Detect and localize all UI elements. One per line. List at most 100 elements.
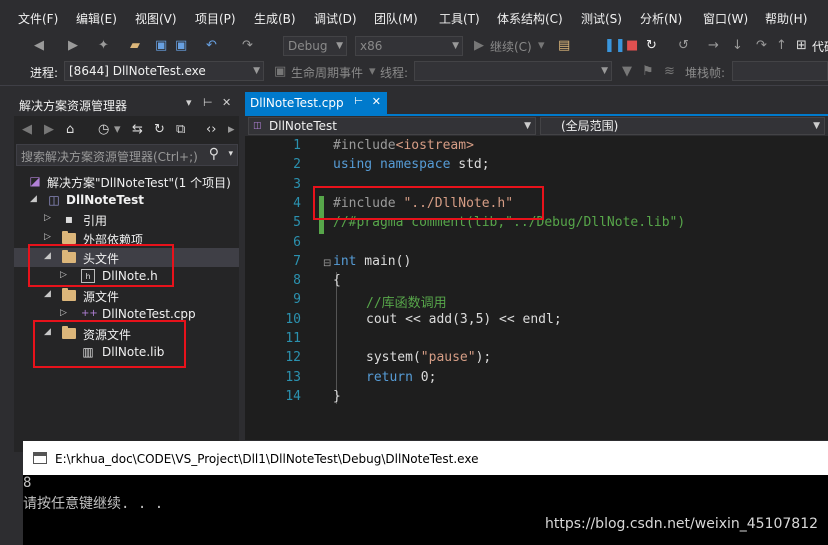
process-value: [8644] DllNoteTest.exe	[69, 64, 206, 78]
continue-button[interactable]: 继续(C)	[490, 38, 532, 55]
process-select[interactable]: [8644] DllNoteTest.exe ▼	[64, 61, 264, 81]
lifecycle-dropdown-icon[interactable]: ▾	[369, 64, 376, 80]
history-icon[interactable]: ◷	[98, 122, 109, 138]
collapse-icon[interactable]: ⊟	[323, 258, 331, 269]
back-icon[interactable]: ◀	[22, 122, 32, 138]
console-title-bar[interactable]: E:\rkhua_doc\CODE\VS_Project\Dll1\DllNot…	[23, 441, 828, 475]
menu-window[interactable]: 窗口(W)	[703, 10, 748, 27]
lifecycle-events-button[interactable]: 生命周期事件	[291, 64, 363, 81]
menu-edit[interactable]: 编辑(E)	[76, 10, 117, 27]
tab-dllnotetest-cpp[interactable]: DllNoteTest.cpp ⊢ ✕	[245, 92, 387, 114]
expanded-arrow-icon[interactable]: ◢	[44, 289, 51, 299]
forward-icon[interactable]: ▶	[44, 122, 54, 138]
code-token: {	[333, 273, 341, 288]
global-scope-select[interactable]: (全局范围) ▼	[540, 117, 825, 135]
code-line-10: cout << add(3,5) << endl;	[366, 312, 562, 327]
redo-icon[interactable]: ↷	[242, 38, 253, 54]
line-number: 7	[293, 254, 301, 269]
line-number: 3	[293, 177, 301, 192]
stop-icon[interactable]: ■	[626, 38, 638, 54]
code-token: using	[333, 157, 373, 172]
console-window[interactable]: E:\rkhua_doc\CODE\VS_Project\Dll1\DllNot…	[23, 441, 828, 545]
menu-help[interactable]: 帮助(H)	[765, 10, 807, 27]
new-project-icon[interactable]: ✦	[98, 38, 109, 54]
highlight-box-header-files	[28, 244, 174, 287]
thread-select[interactable]: ▼	[414, 61, 612, 81]
menu-team[interactable]: 团队(M)	[374, 10, 418, 27]
tree-item-project[interactable]: ◢ ◫ DllNoteTest	[14, 191, 239, 210]
code-token: );	[475, 350, 492, 365]
menu-view[interactable]: 视图(V)	[135, 10, 177, 27]
explorer-search-input[interactable]: 搜索解决方案资源管理器(Ctrl+;) ⚲ ▾	[16, 144, 238, 166]
collapsed-arrow-icon[interactable]: ▷	[44, 213, 51, 223]
continue-icon[interactable]: ▶	[474, 38, 484, 54]
cpp-file-icon: ++	[81, 308, 98, 319]
folder-icon	[62, 231, 76, 245]
project-scope-select[interactable]: ◫ DllNoteTest ▼	[248, 117, 536, 135]
solution-config-value: Debug	[288, 39, 328, 53]
platform-select[interactable]: x86 ▼	[355, 36, 463, 56]
pause-icon[interactable]: ❚❚	[604, 38, 626, 54]
code-map-icon[interactable]: ⊞	[796, 38, 807, 54]
code-view-icon[interactable]: ‹›	[206, 122, 216, 138]
code-line-8: {	[333, 273, 341, 288]
pin-icon[interactable]: ⊢	[203, 96, 213, 109]
history-dropdown-icon[interactable]: ▾	[114, 122, 121, 138]
home-icon[interactable]: ⌂	[66, 122, 74, 138]
menu-build[interactable]: 生成(B)	[254, 10, 296, 27]
refresh-icon[interactable]: ↻	[154, 122, 165, 138]
cpp-project-icon: ◫	[48, 193, 60, 207]
step-over-icon[interactable]: ↓	[732, 38, 743, 54]
tree-item-label: 源文件	[83, 290, 120, 304]
watermark-text: https://blog.csdn.net/weixin_45107812	[545, 516, 819, 532]
menu-tools[interactable]: 工具(T)	[439, 10, 480, 27]
chevron-down-icon: ▼	[524, 121, 531, 131]
stack-frame-select[interactable]	[732, 61, 828, 81]
show-next-statement-icon[interactable]: ↺	[678, 38, 689, 54]
menu-architecture[interactable]: 体系结构(C)	[497, 10, 563, 27]
step-out-icon[interactable]: ↑	[776, 38, 787, 54]
flag-icon[interactable]: ⚑	[642, 64, 654, 80]
code-map-label[interactable]: 代码	[812, 38, 828, 55]
menu-file[interactable]: 文件(F)	[18, 10, 58, 27]
chevron-down-icon: ▼	[253, 66, 260, 76]
search-options-icon[interactable]: ▾	[228, 149, 233, 159]
menu-debug[interactable]: 调试(D)	[314, 10, 357, 27]
close-icon[interactable]: ✕	[222, 96, 231, 109]
restart-icon[interactable]: ↻	[646, 38, 657, 54]
attach-process-icon[interactable]: ▤	[558, 38, 570, 54]
open-file-icon[interactable]: ▰	[130, 38, 140, 54]
window-position-icon[interactable]: ▾	[186, 96, 192, 109]
tree-item-source-files[interactable]: ◢ 源文件	[14, 286, 239, 305]
solution-config-select[interactable]: Debug ▼	[283, 36, 347, 56]
more-icon[interactable]: ▸	[228, 122, 235, 138]
forward-icon[interactable]: ▶	[68, 38, 78, 54]
tree-item-references[interactable]: ▷ ▪ 引用	[14, 210, 239, 229]
code-line-1: #include<iostream>	[333, 138, 474, 153]
undo-icon[interactable]: ↶	[206, 38, 217, 54]
collapsed-arrow-icon[interactable]: ▷	[60, 308, 67, 318]
references-icon: ▪	[64, 212, 74, 226]
line-number: 13	[285, 370, 301, 385]
threads-icon[interactable]: ≋	[664, 64, 675, 80]
collapsed-arrow-icon[interactable]: ▷	[44, 232, 51, 242]
save-icon[interactable]: ▣	[155, 38, 167, 54]
close-icon[interactable]: ✕	[372, 95, 381, 108]
expanded-arrow-icon[interactable]: ◢	[30, 194, 37, 204]
pin-icon[interactable]: ⊢	[354, 96, 363, 107]
step-into-icon[interactable]: →	[708, 38, 719, 54]
code-editor[interactable]: 1 2 3 4 5 6 7 8 9 10 11 12 13 14 ⊟ #incl…	[245, 136, 828, 440]
menu-analyze[interactable]: 分析(N)	[640, 10, 682, 27]
step-over-icon-2[interactable]: ↷	[756, 38, 767, 54]
collapse-all-icon[interactable]: ⧉	[176, 122, 185, 138]
back-icon[interactable]: ◀	[34, 38, 44, 54]
save-all-icon[interactable]: ▣	[175, 38, 187, 54]
filter-icon[interactable]: ▼	[622, 64, 632, 80]
menu-project[interactable]: 项目(P)	[195, 10, 236, 27]
sync-icon[interactable]: ⇆	[132, 122, 143, 138]
continue-dropdown-icon[interactable]: ▾	[538, 38, 545, 54]
tree-item-solution[interactable]: ◪ 解决方案"DllNoteTest"(1 个项目)	[14, 172, 239, 191]
menu-test[interactable]: 测试(S)	[581, 10, 622, 27]
highlight-box-resource-files	[33, 320, 186, 368]
search-icon[interactable]: ⚲	[209, 146, 219, 162]
